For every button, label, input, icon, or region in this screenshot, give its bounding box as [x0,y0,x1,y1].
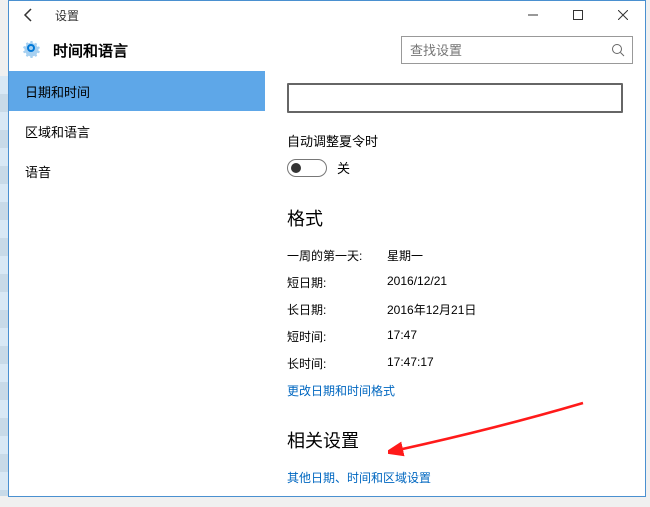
settings-window: 设置 时间和语言 日期和时间 [8,0,646,497]
related-section: 相关设置 其他日期、时间和区域设置 添加不同时区的时钟 [287,427,623,496]
related-link-other[interactable]: 其他日期、时间和区域设置 [287,469,623,486]
dst-label: 自动调整夏令时 [287,131,623,150]
dst-toggle[interactable] [287,159,327,177]
format-key: 长时间: [287,355,387,372]
back-arrow-icon [21,7,37,23]
format-value: 星期一 [387,247,423,264]
format-key: 短时间: [287,328,387,345]
sidebar-item-speech[interactable]: 语音 [9,151,265,191]
maximize-button[interactable] [555,1,600,29]
format-row-long-time: 长时间: 17:47:17 [287,355,623,372]
format-key: 一周的第一天: [287,247,387,264]
sidebar-item-region-language[interactable]: 区域和语言 [9,111,265,151]
search-box[interactable] [401,36,633,64]
dst-toggle-state: 关 [337,158,350,177]
minimize-icon [528,10,538,20]
close-button[interactable] [600,1,645,29]
sidebar-item-label: 日期和时间 [25,82,90,101]
change-format-link[interactable]: 更改日期和时间格式 [287,382,623,399]
format-heading: 格式 [287,205,623,231]
sidebar-item-label: 区域和语言 [25,122,90,141]
sidebar: 日期和时间 区域和语言 语音 [9,71,265,496]
back-button[interactable] [15,1,43,29]
format-value: 17:47:17 [387,355,434,372]
content-pane: 自动调整夏令时 关 格式 一周的第一天: 星期一 短日期: 2016/12/21… [265,71,645,496]
timezone-dropdown-outline[interactable] [287,83,623,113]
page-title: 时间和语言 [53,40,128,61]
toggle-knob [291,163,301,173]
header: 时间和语言 [9,29,645,71]
sidebar-item-label: 语音 [25,162,51,181]
gear-icon [21,38,41,63]
search-icon [604,43,632,57]
format-value: 17:47 [387,328,417,345]
format-row-short-date: 短日期: 2016/12/21 [287,274,623,291]
maximize-icon [573,10,583,20]
left-edge-decor [0,76,8,496]
window-controls [510,1,645,29]
sidebar-item-date-time[interactable]: 日期和时间 [9,71,265,111]
format-row-first-day: 一周的第一天: 星期一 [287,247,623,264]
format-key: 短日期: [287,274,387,291]
format-row-short-time: 短时间: 17:47 [287,328,623,345]
titlebar: 设置 [9,1,645,29]
window-title: 设置 [55,7,79,24]
format-value: 2016年12月21日 [387,301,476,318]
close-icon [618,10,628,20]
dst-toggle-row: 关 [287,158,623,177]
search-input[interactable] [402,43,604,58]
related-heading: 相关设置 [287,427,623,453]
format-key: 长日期: [287,301,387,318]
format-row-long-date: 长日期: 2016年12月21日 [287,301,623,318]
body: 日期和时间 区域和语言 语音 自动调整夏令时 关 格式 一周的第一天: 星期一 [9,71,645,496]
format-value: 2016/12/21 [387,274,447,291]
minimize-button[interactable] [510,1,555,29]
